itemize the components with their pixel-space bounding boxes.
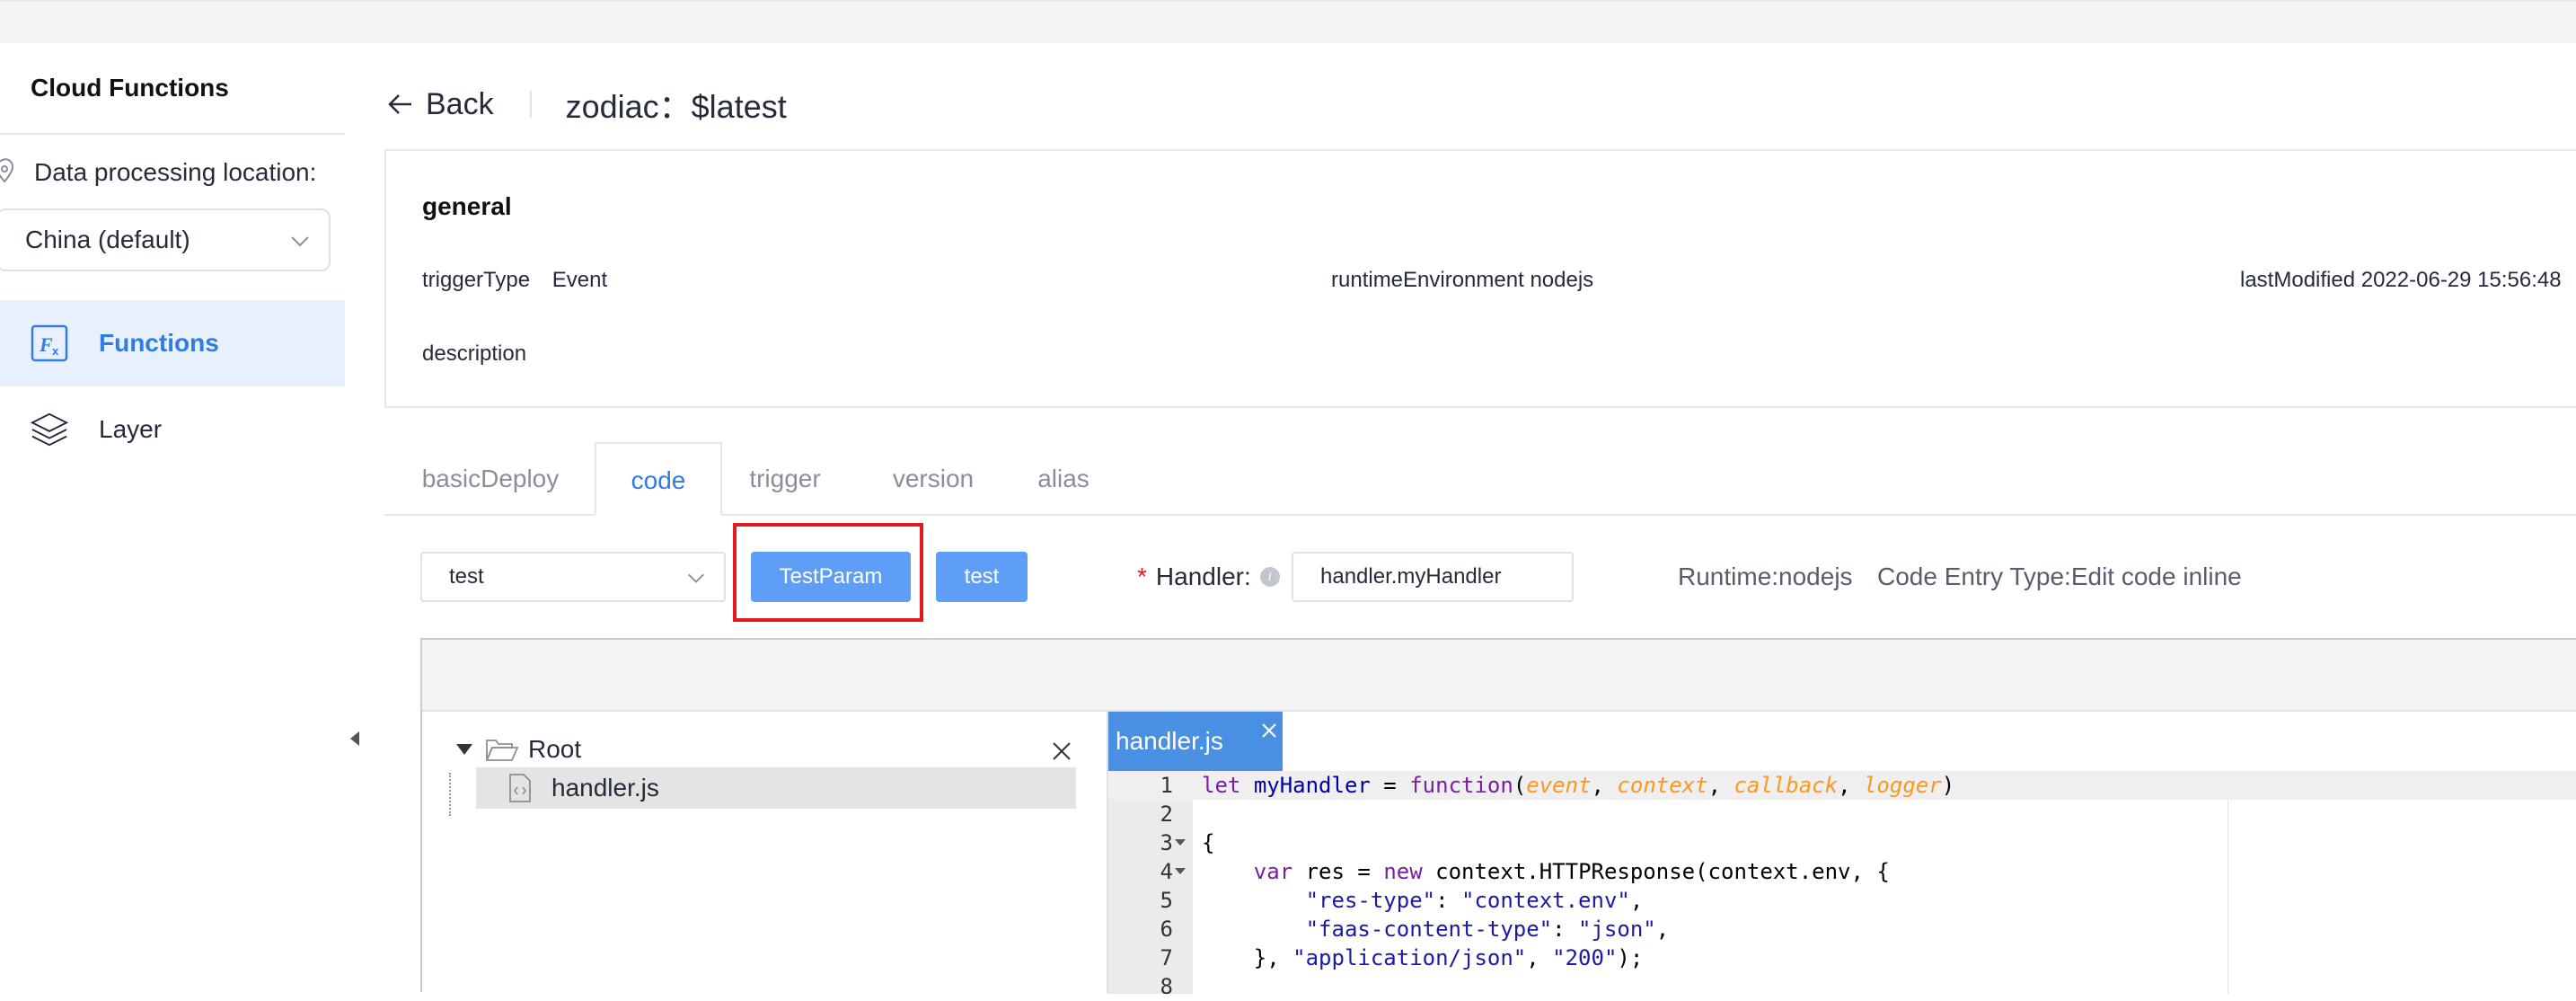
code-body[interactable]: 1 let myHandler = function(event, contex…: [1108, 771, 2576, 999]
description-key: description: [422, 341, 527, 366]
last-modified-value: 2022-06-29 15:56:48: [2360, 268, 2562, 292]
tab-trigger[interactable]: trigger: [726, 442, 844, 516]
header-divider: [529, 91, 532, 118]
sidebar-divider: [0, 133, 345, 135]
sidebar-item-layer[interactable]: Layer: [0, 386, 345, 473]
back-label: Back: [426, 86, 494, 121]
last-modified-key: lastModified: [2240, 268, 2356, 292]
code-text: }, "application/json", "200");: [1202, 945, 1644, 970]
caret-down-icon[interactable]: [456, 744, 472, 755]
header-row: Back zodiac：$latest: [386, 83, 787, 126]
close-tab-icon[interactable]: [1261, 722, 1277, 739]
runtime-text: Runtime:nodejs: [1678, 563, 1853, 590]
arrow-left-icon: [388, 94, 411, 114]
sidebar-item-functions[interactable]: Fx Functions: [0, 300, 345, 386]
code-line: 7 }, "application/json", "200");: [1108, 943, 2576, 972]
code-text: {: [1202, 830, 1215, 855]
line-number: 2: [1160, 802, 1173, 827]
code-line: 5 "res-type": "context.env",: [1108, 886, 2576, 915]
general-card: general triggerType Event runtimeEnviron…: [384, 149, 2576, 408]
trigger-type-key: triggerType: [422, 268, 531, 292]
tab-version[interactable]: version: [878, 442, 988, 516]
top-bar: [0, 0, 2576, 43]
code-line: 6 "faas-content-type": "json",: [1108, 915, 2576, 943]
code-entry-type-text: Code Entry Type:Edit code inline: [1877, 563, 2242, 590]
sidebar: Cloud Functions Data processing location…: [0, 43, 345, 992]
test-param-button[interactable]: TestParam: [751, 552, 911, 602]
required-mark: *: [1137, 563, 1147, 590]
location-row: Data processing location:: [0, 155, 316, 190]
line-number: 8: [1160, 974, 1173, 999]
test-button[interactable]: test: [936, 552, 1028, 602]
info-icon[interactable]: i: [1259, 567, 1280, 587]
code-text: "res-type": "context.env",: [1305, 888, 1644, 913]
tab-basicdeploy[interactable]: basicDeploy: [384, 442, 596, 516]
line-number: 4: [1160, 859, 1173, 884]
code-text: var res = new context.HTTPResponse(conte…: [1253, 859, 1890, 884]
folder-open-icon: [485, 740, 519, 761]
runtime-key: runtimeEnvironment: [1331, 268, 1524, 292]
line-number: 6: [1160, 917, 1173, 942]
code-editor-container: Root handler.js handler.js 1 let myHandl…: [420, 638, 2576, 999]
tab-alias[interactable]: alias: [1019, 442, 1108, 516]
last-modified-field: lastModified 2022-06-29 15:56:48: [2240, 268, 2562, 293]
file-tree: Root handler.js: [422, 712, 1108, 994]
function-icon: Fx: [31, 324, 68, 362]
tree-file-item[interactable]: handler.js: [476, 767, 1076, 809]
code-line: 4 var res = new context.HTTPResponse(con…: [1108, 857, 2576, 886]
chevron-down-icon: [291, 236, 309, 247]
line-number: 1: [1160, 773, 1173, 798]
code-line: 8: [1108, 972, 2576, 1001]
tree-file-label: handler.js: [551, 774, 659, 802]
region-select[interactable]: China (default): [0, 208, 331, 271]
line-number: 5: [1160, 888, 1173, 913]
editor-header: [422, 640, 2576, 712]
code-line: 2: [1108, 800, 2576, 828]
handler-label: Handler:: [1155, 563, 1251, 590]
handler-label-row: * Handler: i: [1137, 563, 1280, 591]
back-button[interactable]: Back: [386, 87, 494, 122]
layers-icon: [31, 411, 68, 448]
fold-caret-icon[interactable]: [1175, 839, 1186, 846]
code-text: let myHandler = function(event, context,…: [1202, 773, 1955, 798]
general-title: general: [422, 192, 512, 220]
tree-root-label: Root: [528, 735, 582, 763]
trigger-type-value: Event: [551, 268, 608, 292]
sidebar-item-label: Layer: [99, 415, 163, 443]
runtime-field: runtimeEnvironment nodejs: [1331, 268, 1593, 293]
sidebar-title: Cloud Functions: [31, 74, 229, 102]
fold-caret-icon[interactable]: [1175, 868, 1186, 874]
test-event-select[interactable]: test: [420, 552, 726, 602]
handler-input-value: handler.myHandler: [1320, 564, 1502, 589]
trigger-type-field: triggerType Event: [422, 268, 607, 293]
close-icon[interactable]: [1051, 740, 1072, 762]
page-title: zodiac：$latest: [565, 88, 787, 125]
test-event-select-value: test: [449, 564, 484, 589]
collapse-sidebar-icon[interactable]: [348, 730, 361, 748]
line-number: 7: [1160, 945, 1173, 970]
tab-code[interactable]: code: [595, 442, 722, 516]
svg-text:x: x: [52, 344, 59, 358]
line-number: 3: [1160, 830, 1173, 855]
handler-input[interactable]: handler.myHandler: [1292, 552, 1574, 602]
editor-file-tab-label: handler.js: [1116, 727, 1223, 755]
location-label: Data processing location:: [34, 158, 317, 186]
svg-text:F: F: [39, 333, 53, 356]
location-pin-icon: [0, 158, 14, 183]
file-code-icon: [509, 774, 531, 802]
chevron-down-icon: [688, 573, 704, 583]
code-pane: handler.js 1 let myHandler = function(ev…: [1108, 712, 2576, 999]
sidebar-item-label: Functions: [99, 329, 219, 357]
editor-file-tab[interactable]: handler.js: [1108, 712, 1283, 771]
tree-root[interactable]: Root: [456, 735, 581, 764]
code-text: "faas-content-type": "json",: [1305, 917, 1670, 942]
region-select-value: China (default): [25, 226, 190, 253]
runtime-value: nodejs: [1530, 268, 1594, 292]
tree-guide-line: [449, 773, 451, 816]
tab-bar: basicDeploy code trigger version alias: [384, 442, 2576, 516]
code-line: 3 {: [1108, 828, 2576, 857]
code-line: 1 let myHandler = function(event, contex…: [1108, 771, 2576, 800]
